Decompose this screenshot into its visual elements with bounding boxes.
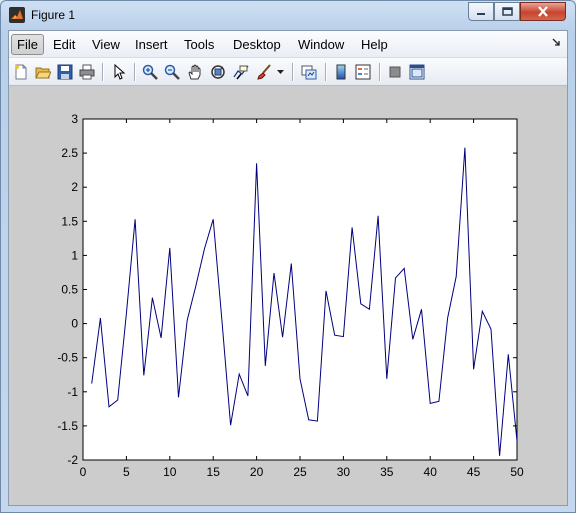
line-chart[interactable]: -2 -1.5 -1 -0.5 0 0.5 1 1.5 2 2.5 3 0 5 10 15 20 25 30 35… [9,87,567,505]
hide-plot-tools-button[interactable] [385,62,405,82]
y-tick-label: 2.5 [61,146,78,160]
brush-dropdown[interactable] [275,62,285,82]
y-tick-label: -1.5 [57,419,78,433]
legend-button[interactable] [353,62,373,82]
toolbar-separator [292,63,293,81]
figure-client-area: File Edit View Insert Tools Desktop Wind… [8,30,568,506]
y-tick-label: 1 [71,248,78,262]
minimize-button[interactable] [468,2,494,21]
menu-window[interactable]: Window [292,34,350,55]
x-tick-label: 5 [123,465,130,479]
figure-canvas[interactable]: -2 -1.5 -1 -0.5 0 0.5 1 1.5 2 2.5 3 0 5 10 15 20 25 30 35… [9,87,567,505]
show-plot-tools-button[interactable] [407,62,427,82]
menu-edit-label: Edit [53,37,76,52]
brush-icon [257,64,271,80]
menu-view-label: View [92,37,120,52]
print-button[interactable] [77,62,97,82]
edit-plot-button[interactable] [109,62,129,82]
menu-file-label: File [17,37,38,52]
zoom-in-button[interactable] [140,62,160,82]
dock-arrow-icon[interactable] [552,38,561,50]
y-tick-label: -0.5 [57,351,78,365]
toolbar-separator [325,63,326,81]
menu-help[interactable]: Help [355,34,394,55]
toolbar-separator [102,63,103,81]
x-tick-label: 50 [510,465,524,479]
y-tick-label: 1.5 [61,214,78,228]
menu-file[interactable]: File [11,34,44,55]
toolbar-separator [134,63,135,81]
x-tick-label: 40 [424,465,438,479]
maximize-icon [501,7,513,16]
y-tick-label: 0.5 [61,283,78,297]
show-plot-tools-icon [409,64,425,80]
x-tick-label: 35 [380,465,394,479]
matlab-logo-icon [9,7,25,23]
y-tick-label: -2 [67,453,78,467]
open-file-button[interactable] [33,62,53,82]
axes-background [82,118,518,461]
menu-bar: File Edit View Insert Tools Desktop Wind… [9,31,567,58]
edit-plot-icon [114,64,126,80]
menu-insert-label: Insert [135,37,168,52]
zoom-out-icon [164,64,180,80]
x-tick-label: 10 [163,465,177,479]
menu-tools-label: Tools [184,37,215,52]
save-icon [57,64,73,80]
print-icon [79,64,95,80]
menu-help-label: Help [361,37,388,52]
new-figure-button[interactable] [11,62,31,82]
x-tick-label: 30 [337,465,351,479]
figure-window: Figure 1 File Edit View Insert Tools Des… [0,0,576,513]
save-button[interactable] [55,62,75,82]
menu-insert[interactable]: Insert [129,34,174,55]
colorbar-icon [336,64,346,80]
pan-icon [188,64,201,80]
data-cursor-button[interactable] [231,62,251,82]
pan-button[interactable] [185,62,205,82]
menu-desktop-label: Desktop [233,37,281,52]
x-tick-label: 45 [467,465,481,479]
new-figure-icon [15,64,27,80]
x-tick-label: 15 [207,465,221,479]
menu-tools[interactable]: Tools [178,34,220,55]
title-bar[interactable]: Figure 1 [1,1,575,29]
zoom-out-button[interactable] [162,62,182,82]
y-tick-label: 0 [71,317,78,331]
toolbar-separator [379,63,380,81]
menu-view[interactable]: View [86,34,126,55]
zoom-in-icon [142,64,158,80]
close-button[interactable] [520,2,566,21]
x-tick-label: 20 [250,465,264,479]
close-icon [538,6,548,17]
menu-edit[interactable]: Edit [47,34,81,55]
chevron-down-icon [276,69,284,74]
y-tick-label: 2 [71,180,78,194]
hide-plot-tools-icon [389,66,401,78]
rotate-3d-icon [211,65,225,79]
rotate-3d-button[interactable] [208,62,228,82]
maximize-button[interactable] [494,2,520,21]
menu-window-label: Window [298,37,345,52]
y-tick-label: 3 [71,112,78,126]
x-tick-label: 25 [293,465,307,479]
minimize-icon [477,12,485,15]
link-plot-button[interactable] [299,62,319,82]
window-title: Figure 1 [31,8,76,22]
open-file-icon [35,67,51,79]
link-plot-icon [301,65,317,80]
menu-desktop[interactable]: Desktop [227,34,287,55]
figure-toolbar [9,58,567,86]
y-tick-label: -1 [67,385,78,399]
data-cursor-icon [233,65,249,80]
x-tick-label: 0 [80,465,87,479]
legend-icon [355,64,371,80]
brush-button[interactable] [254,62,274,82]
colorbar-button[interactable] [331,62,351,82]
